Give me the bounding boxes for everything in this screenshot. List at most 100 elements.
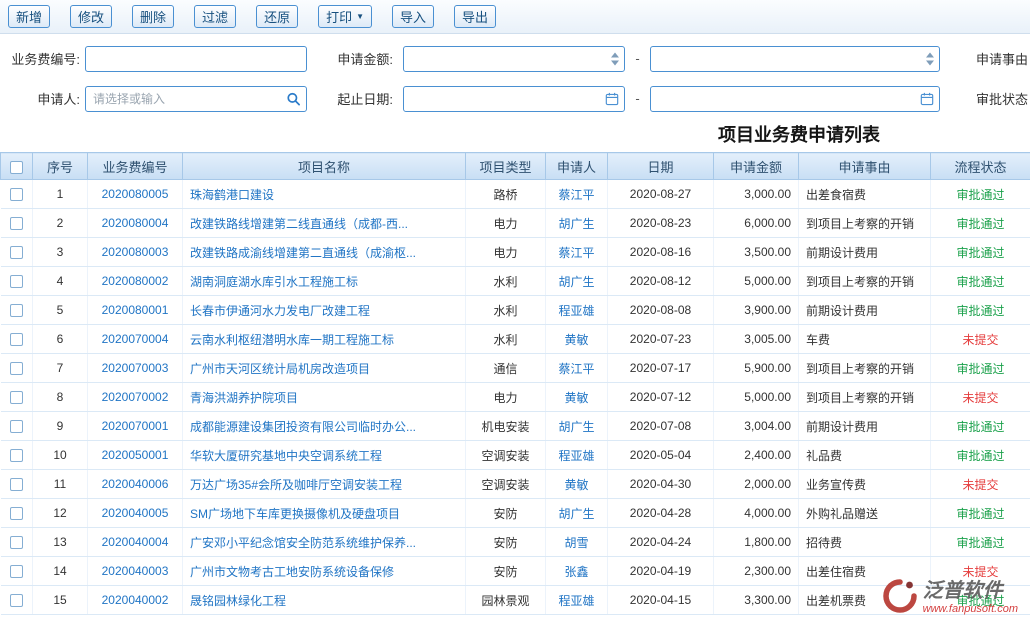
date-from-input[interactable] xyxy=(403,86,625,112)
filter-button[interactable]: 过滤 xyxy=(194,5,236,28)
applicant-link[interactable]: 蔡江平 xyxy=(558,246,594,260)
row-checkbox[interactable] xyxy=(10,246,23,259)
code-link[interactable]: 2020080002 xyxy=(102,274,169,288)
amount-max-spinner-icon[interactable] xyxy=(926,52,934,65)
row-checkbox[interactable] xyxy=(10,362,23,375)
restore-button[interactable]: 还原 xyxy=(256,5,298,28)
column-header-type[interactable]: 项目类型 xyxy=(466,153,546,180)
project-link[interactable]: 广州市天河区统计局机房改造项目 xyxy=(190,362,370,376)
table-row[interactable]: 102020050001华软大厦研究基地中央空调系统工程空调安装程亚雄2020-… xyxy=(1,441,1030,470)
code-link[interactable]: 2020080004 xyxy=(102,216,169,230)
status-text[interactable]: 未提交 xyxy=(962,478,998,492)
table-row[interactable]: 62020070004云南水利枢纽潜明水库一期工程施工标水利黄敏2020-07-… xyxy=(1,325,1030,354)
table-row[interactable]: 152020040002晟铭园林绿化工程园林景观程亚雄2020-04-153,3… xyxy=(1,586,1030,615)
status-text[interactable]: 未提交 xyxy=(962,391,998,405)
date-to-input[interactable] xyxy=(650,86,940,112)
business-no-input[interactable] xyxy=(85,46,307,72)
column-header-date[interactable]: 日期 xyxy=(608,153,714,180)
table-row[interactable]: 72020070003广州市天河区统计局机房改造项目通信蔡江平2020-07-1… xyxy=(1,354,1030,383)
column-header-no[interactable]: 序号 xyxy=(33,153,88,180)
code-link[interactable]: 2020040003 xyxy=(102,564,169,578)
table-row[interactable]: 52020080001长春市伊通河水力发电厂改建工程水利程亚雄2020-08-0… xyxy=(1,296,1030,325)
delete-button[interactable]: 删除 xyxy=(132,5,174,28)
row-checkbox[interactable] xyxy=(10,536,23,549)
row-checkbox[interactable] xyxy=(10,507,23,520)
table-row[interactable]: 92020070001成都能源建设集团投资有限公司临时办公...机电安装胡广生2… xyxy=(1,412,1030,441)
code-link[interactable]: 2020080005 xyxy=(102,187,169,201)
project-link[interactable]: 云南水利枢纽潜明水库一期工程施工标 xyxy=(190,333,394,347)
column-header-amount[interactable]: 申请金额 xyxy=(714,153,799,180)
project-link[interactable]: 湖南洞庭湖水库引水工程施工标 xyxy=(190,275,358,289)
code-link[interactable]: 2020050001 xyxy=(102,448,169,462)
project-link[interactable]: 晟铭园林绿化工程 xyxy=(190,594,286,608)
applicant-link[interactable]: 胡广生 xyxy=(558,420,594,434)
applicant-link[interactable]: 张鑫 xyxy=(564,565,588,579)
column-header-code[interactable]: 业务费编号 xyxy=(88,153,183,180)
code-link[interactable]: 2020040004 xyxy=(102,535,169,549)
table-row[interactable]: 32020080003改建铁路成渝线增建第二直通线（成渝枢...电力蔡江平202… xyxy=(1,238,1030,267)
print-button[interactable]: 打印▼ xyxy=(318,5,372,28)
code-link[interactable]: 2020080001 xyxy=(102,303,169,317)
applicant-link[interactable]: 胡广生 xyxy=(558,275,594,289)
code-link[interactable]: 2020080003 xyxy=(102,245,169,259)
code-link[interactable]: 2020070004 xyxy=(102,332,169,346)
status-text[interactable]: 审批通过 xyxy=(956,217,1004,231)
applicant-input[interactable] xyxy=(85,86,307,112)
applicant-link[interactable]: 黄敏 xyxy=(564,391,588,405)
row-checkbox[interactable] xyxy=(10,449,23,462)
import-button[interactable]: 导入 xyxy=(392,5,434,28)
project-link[interactable]: 广安邓小平纪念馆安全防范系统维护保养... xyxy=(190,536,416,550)
status-text[interactable]: 审批通过 xyxy=(956,304,1004,318)
code-link[interactable]: 2020070003 xyxy=(102,361,169,375)
amount-max-input[interactable] xyxy=(650,46,940,72)
calendar-icon[interactable] xyxy=(920,92,934,106)
applicant-link[interactable]: 黄敏 xyxy=(564,478,588,492)
table-row[interactable]: 122020040005SM广场地下车库更换摄像机及硬盘项目安防胡广生2020-… xyxy=(1,499,1030,528)
project-link[interactable]: 珠海鹤港口建设 xyxy=(190,188,274,202)
code-link[interactable]: 2020040005 xyxy=(102,506,169,520)
status-text[interactable]: 审批通过 xyxy=(956,507,1004,521)
status-text[interactable]: 审批通过 xyxy=(956,275,1004,289)
export-button[interactable]: 导出 xyxy=(454,5,496,28)
project-link[interactable]: 青海洪湖养护院项目 xyxy=(190,391,298,405)
calendar-icon[interactable] xyxy=(605,92,619,106)
project-link[interactable]: 华软大厦研究基地中央空调系统工程 xyxy=(190,449,382,463)
status-text[interactable]: 未提交 xyxy=(962,565,998,579)
applicant-link[interactable]: 程亚雄 xyxy=(558,449,594,463)
column-header-applicant[interactable]: 申请人 xyxy=(546,153,608,180)
project-link[interactable]: SM广场地下车库更换摄像机及硬盘项目 xyxy=(190,507,400,521)
search-icon[interactable] xyxy=(286,91,301,106)
select-all-checkbox[interactable] xyxy=(10,161,23,174)
column-header-status[interactable]: 流程状态 xyxy=(931,153,1030,180)
row-checkbox[interactable] xyxy=(10,594,23,607)
table-row[interactable]: 112020040006万达广场35#会所及咖啡厅空调安装工程空调安装黄敏202… xyxy=(1,470,1030,499)
applicant-link[interactable]: 胡广生 xyxy=(558,217,594,231)
applicant-link[interactable]: 程亚雄 xyxy=(558,304,594,318)
modify-button[interactable]: 修改 xyxy=(70,5,112,28)
applicant-link[interactable]: 黄敏 xyxy=(564,333,588,347)
column-header-project[interactable]: 项目名称 xyxy=(183,153,466,180)
table-row[interactable]: 22020080004改建铁路线增建第二线直通线（成都-西...电力胡广生202… xyxy=(1,209,1030,238)
applicant-link[interactable]: 胡广生 xyxy=(558,507,594,521)
row-checkbox[interactable] xyxy=(10,478,23,491)
status-text[interactable]: 审批通过 xyxy=(956,420,1004,434)
status-text[interactable]: 审批通过 xyxy=(956,449,1004,463)
row-checkbox[interactable] xyxy=(10,275,23,288)
status-text[interactable]: 审批通过 xyxy=(956,594,1004,608)
table-row[interactable]: 82020070002青海洪湖养护院项目电力黄敏2020-07-125,000.… xyxy=(1,383,1030,412)
row-checkbox[interactable] xyxy=(10,420,23,433)
applicant-link[interactable]: 蔡江平 xyxy=(558,362,594,376)
table-row[interactable]: 142020040003广州市文物考古工地安防系统设备保修安防张鑫2020-04… xyxy=(1,557,1030,586)
project-link[interactable]: 长春市伊通河水力发电厂改建工程 xyxy=(190,304,370,318)
applicant-link[interactable]: 蔡江平 xyxy=(558,188,594,202)
project-link[interactable]: 万达广场35#会所及咖啡厅空调安装工程 xyxy=(190,478,402,492)
code-link[interactable]: 2020070002 xyxy=(102,390,169,404)
add-button[interactable]: 新增 xyxy=(8,5,50,28)
status-text[interactable]: 审批通过 xyxy=(956,536,1004,550)
project-link[interactable]: 改建铁路成渝线增建第二直通线（成渝枢... xyxy=(190,246,416,260)
status-text[interactable]: 审批通过 xyxy=(956,246,1004,260)
status-text[interactable]: 未提交 xyxy=(962,333,998,347)
row-checkbox[interactable] xyxy=(10,391,23,404)
project-link[interactable]: 成都能源建设集团投资有限公司临时办公... xyxy=(190,420,416,434)
column-header-reason[interactable]: 申请事由 xyxy=(799,153,931,180)
